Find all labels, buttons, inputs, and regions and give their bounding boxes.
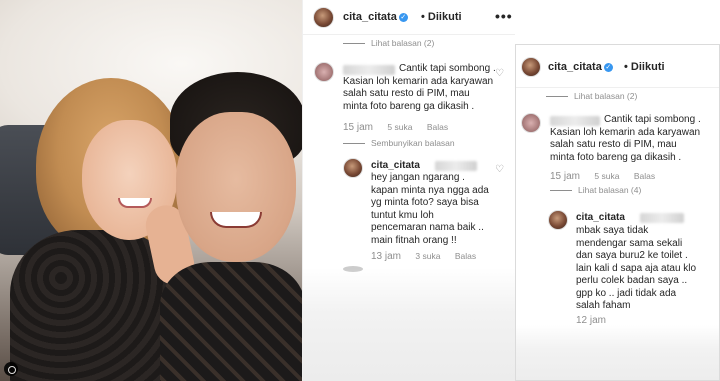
view-replies-link[interactable]: Lihat balasan (2) — [546, 91, 637, 101]
reply-button[interactable]: Balas — [427, 122, 448, 132]
hide-replies-link[interactable]: Sembunyikan balasan — [343, 138, 455, 148]
photo-man-smile — [210, 212, 262, 228]
photo-man-face — [176, 112, 296, 262]
redacted-mention — [435, 161, 477, 171]
reply-text: hey jangan ngarang . kapan minta nya ngg… — [371, 172, 489, 246]
reply-time: 13 jam — [371, 251, 402, 262]
username-text[interactable]: cita_citata — [548, 61, 602, 73]
comment-likes[interactable]: 5 suka — [594, 171, 619, 181]
following-button[interactable]: • Diikuti — [624, 61, 665, 73]
view-replies-link[interactable]: Lihat balasan (4) — [550, 185, 641, 195]
comment-meta: 15 jam 5 suka Balas — [550, 171, 667, 182]
camera-icon — [4, 362, 18, 376]
reply-meta: 13 jam 3 suka Balas — [371, 251, 488, 262]
reply-avatar[interactable] — [548, 210, 568, 230]
more-options-icon[interactable]: ••• — [495, 8, 513, 24]
redacted-mention — [640, 213, 684, 223]
reply-username[interactable]: cita_citata — [371, 160, 420, 171]
view-replies-link[interactable]: Lihat balasan (2) — [343, 38, 434, 48]
scroll-fade — [516, 325, 719, 380]
post-header: cita_citata ✓ • Diikuti — [516, 45, 719, 88]
scroll-fade — [303, 268, 515, 381]
like-heart-icon[interactable]: ♡ — [495, 164, 504, 175]
reply-button[interactable]: Balas — [634, 171, 655, 181]
following-label[interactable]: Diikuti — [631, 61, 665, 73]
following-button[interactable]: • Diikuti — [421, 11, 462, 23]
comment-likes[interactable]: 5 suka — [387, 122, 412, 132]
username-link[interactable]: cita_citata ✓ — [548, 61, 613, 73]
verified-badge-icon: ✓ — [603, 62, 613, 72]
comment-text: Cantik tapi sombong . Kasian loh kemarin… — [550, 114, 701, 163]
comments-panel-zoom: cita_citata ✓ • Diikuti Lihat balasan (2)… — [515, 44, 720, 381]
comment-time: 15 jam — [343, 122, 374, 133]
reply-likes[interactable]: 3 suka — [415, 251, 440, 261]
verified-badge-icon: ✓ — [398, 12, 408, 22]
comments-panel: cita_citata ✓ • Diikuti ••• Lihat balasan… — [302, 0, 515, 381]
commenter-avatar[interactable] — [521, 113, 541, 133]
comment-meta: 15 jam 5 suka Balas — [343, 122, 460, 133]
comment-text: Cantik tapi sombong . Kasian loh kemarin… — [343, 63, 496, 112]
username-link[interactable]: cita_citata ✓ — [343, 11, 408, 23]
avatar[interactable] — [521, 57, 541, 77]
reply-button[interactable]: Balas — [455, 251, 476, 261]
like-heart-icon[interactable]: ♡ — [495, 68, 504, 79]
comment-time: 15 jam — [550, 171, 581, 182]
post-header: cita_citata ✓ • Diikuti ••• — [303, 0, 515, 35]
photo-woman-smile — [118, 198, 152, 208]
photo-man-shirt — [160, 262, 302, 381]
following-label[interactable]: Diikuti — [428, 11, 462, 23]
commenter-avatar[interactable] — [314, 62, 334, 82]
reply-text: mbak saya tidak mendengar sama sekali da… — [576, 225, 697, 311]
post-photo[interactable] — [0, 0, 302, 381]
reply-username[interactable]: cita_citata — [576, 212, 625, 223]
reply-avatar[interactable] — [343, 158, 363, 178]
username-text[interactable]: cita_citata — [343, 11, 397, 23]
avatar[interactable] — [313, 7, 334, 28]
